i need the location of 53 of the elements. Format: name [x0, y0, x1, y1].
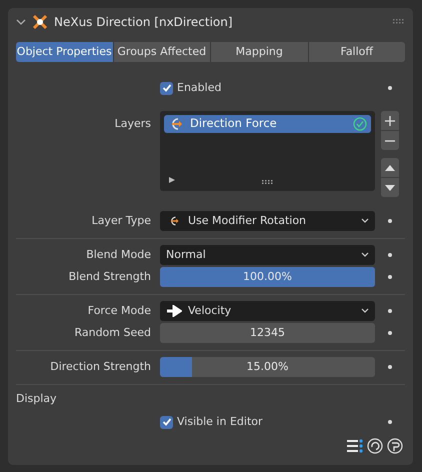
- keyframe-dot[interactable]: [388, 275, 392, 279]
- field-label: Layer Type: [92, 214, 151, 227]
- checkbox[interactable]: [160, 82, 173, 94]
- triangle-down-icon: [385, 182, 395, 192]
- chevron-down-icon: [361, 252, 369, 258]
- arrow-right-icon: [166, 305, 182, 317]
- keyframe-dot[interactable]: [388, 86, 392, 90]
- chevron-down-icon: [361, 218, 369, 224]
- keyframe-dot[interactable]: [388, 253, 392, 257]
- field-label: Layers: [114, 117, 151, 130]
- keyframe-dot[interactable]: [388, 365, 392, 369]
- add-button[interactable]: [381, 111, 399, 130]
- drag-handle-icon[interactable]: [393, 19, 405, 25]
- play-icon[interactable]: [169, 177, 175, 183]
- cross-arrows-icon: [32, 14, 48, 30]
- checkbox-label[interactable]: Enabled: [177, 80, 222, 96]
- move-down-button[interactable]: [381, 178, 399, 197]
- slider[interactable]: 100.00%: [160, 267, 375, 287]
- field-label: Blend Strength: [68, 270, 151, 283]
- layer-name: Direction Force: [190, 115, 278, 132]
- field-label: Force Mode: [88, 304, 151, 317]
- section-heading: Display: [16, 390, 57, 407]
- refresh-icon[interactable]: [367, 438, 383, 454]
- keyframe-dot[interactable]: [388, 420, 392, 424]
- remove-button[interactable]: [381, 131, 399, 150]
- slider[interactable]: 15.00%: [160, 357, 375, 377]
- field-label: Blend Mode: [86, 248, 151, 261]
- tab[interactable]: Groups Affected: [114, 42, 211, 62]
- checkbox-label[interactable]: Visible in Editor: [177, 414, 263, 430]
- list-icon[interactable]: [347, 439, 363, 453]
- tab[interactable]: Mapping: [211, 42, 308, 62]
- chevron-down-icon: [361, 308, 369, 314]
- dropdown[interactable]: Velocity: [160, 301, 375, 321]
- tab[interactable]: Falloff: [308, 42, 405, 62]
- help-icon[interactable]: [387, 438, 403, 454]
- move-up-button[interactable]: [381, 158, 399, 177]
- tab[interactable]: Object Properties: [16, 42, 114, 62]
- check-circle-icon[interactable]: [353, 117, 367, 131]
- field-label: Random Seed: [74, 326, 151, 339]
- dropdown[interactable]: Use Modifier Rotation: [160, 211, 375, 231]
- triangle-up-icon: [385, 162, 395, 172]
- resize-grip-icon[interactable]: [262, 180, 273, 184]
- plus-icon: [385, 116, 395, 126]
- keyframe-dot[interactable]: [388, 309, 392, 313]
- keyframe-dot[interactable]: [388, 331, 392, 335]
- layer-item[interactable]: Direction Force: [164, 115, 371, 133]
- panel-title: NeXus Direction [nxDirection]: [54, 14, 233, 31]
- chevron-down-icon[interactable]: [16, 17, 26, 27]
- field-label: Direction Strength: [50, 360, 151, 373]
- keyframe-dot[interactable]: [388, 219, 392, 223]
- dropdown[interactable]: Normal: [160, 245, 375, 265]
- checkbox[interactable]: [160, 416, 173, 428]
- number-field[interactable]: 12345: [160, 323, 375, 343]
